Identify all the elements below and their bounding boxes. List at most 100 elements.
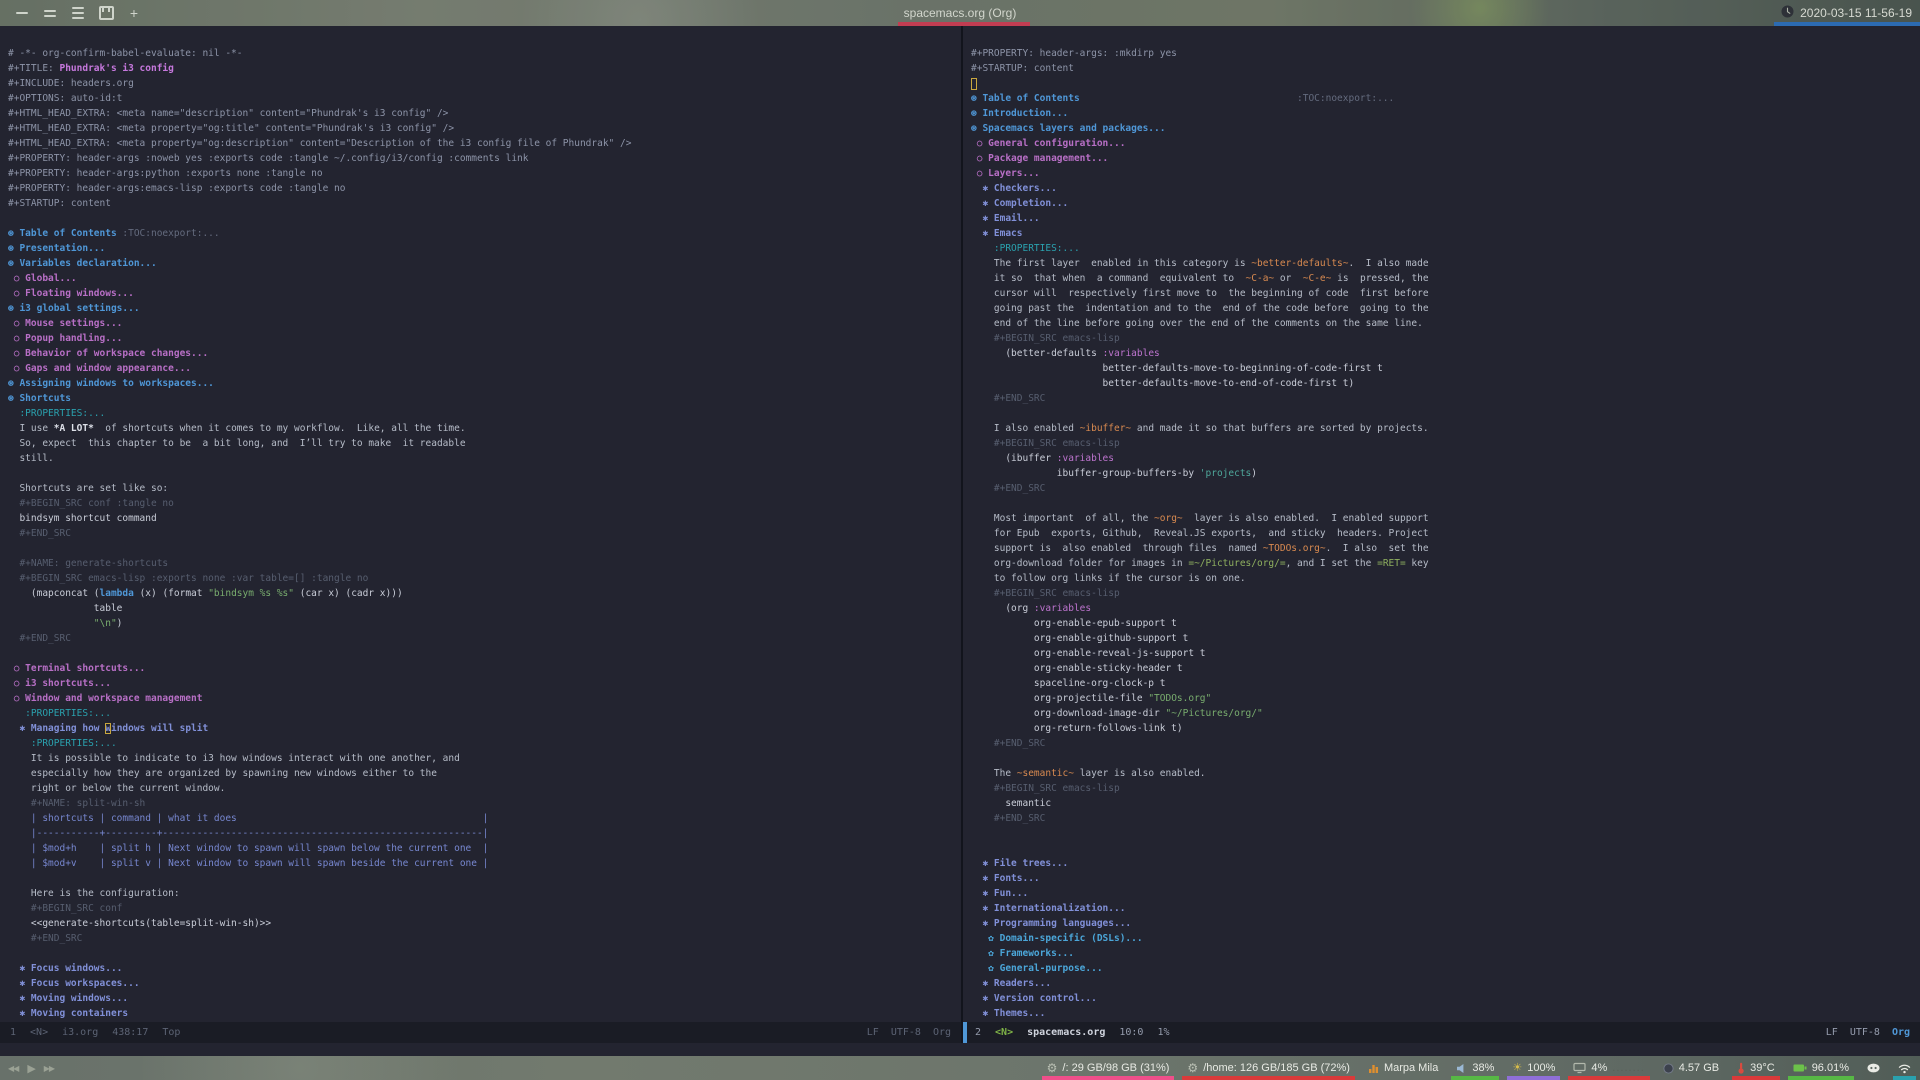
text-segment: It is possible to indicate to i3 how win… [8,753,460,764]
play-icon[interactable]: ▶ [27,1062,36,1075]
buffer-line: ✱ Themes... [971,1006,1920,1021]
tray-module-battery[interactable]: 96.01% [1784,1056,1858,1080]
buffer-line: #+PROPERTY: header-args :noweb yes :expo… [8,151,961,166]
buffer-line: (better-defaults :variables [971,346,1920,361]
buffer-line: spaceline-org-clock-p t [971,676,1920,691]
text-segment: ○ Terminal shortcuts... [8,663,146,674]
text-segment: :PROPERTIES:... [8,408,106,419]
buffer-line: ○ Mouse settings... [8,316,961,331]
tray-module-now-playing[interactable]: Marpa Mila [1359,1056,1447,1080]
workspace-add[interactable]: + [126,5,142,21]
next-track-icon[interactable]: ▶▶ [44,1064,55,1073]
tray-module-text: 39°C [1750,1062,1775,1074]
text-segment: #+NAME: split-win-sh [8,798,146,809]
text-segment: Phundrak's i3 config [59,63,174,74]
buffer-line: ✱ Focus workspaces... [8,976,961,991]
buffer-line: especially how they are organized by spa… [8,766,961,781]
tray-module-temperature[interactable]: 39°C [1728,1056,1784,1080]
buffer-line: end of the line before going over the en… [971,316,1920,331]
text-segment: org-enable-reveal-js-support t [971,648,1206,659]
text-segment: org-enable-github-support t [971,633,1189,644]
tray-module-discord[interactable] [1858,1056,1889,1080]
buffer-line: still. [8,451,961,466]
buffer-name: i3.org [62,1027,99,1038]
tray-module-volume[interactable]: 38% [1447,1056,1503,1080]
buffer-i3-org[interactable]: # -*- org-confirm-babel-evaluate: nil -*… [0,26,961,1022]
text-segment: #+HTML_HEAD_EXTRA: <meta name="descripti… [8,108,449,119]
tray-ramp-dots: ........ [1612,1062,1645,1074]
modeline-inactive[interactable]: 1 <N> i3.org 438:17 Top LF UTF-8 Org [0,1022,961,1043]
text-segment: ~C-a~ [1245,273,1275,284]
tray-module-text: /home: 126 GB/185 GB (72%) [1203,1062,1350,1074]
text-segment: indows will split [110,723,209,734]
buffer-line: #+HTML_HEAD_EXTRA: <meta property="og:de… [8,136,961,151]
buffer-line: :PROPERTIES:... [8,706,961,721]
buffer-spacemacs-org[interactable]: #+PROPERTY: header-args: :mkdirp yes #+ST… [963,26,1920,1022]
buffer-line: # -*- org-confirm-babel-evaluate: nil -*… [8,46,961,61]
buffer-line: So, expect this chapter to be a bit long… [8,436,961,451]
text-segment: ○ Gaps and window appearance... [8,363,192,374]
buffer-line: org-enable-github-support t [971,631,1920,646]
tray-module-disk-home[interactable]: ⚙ /home: 126 GB/185 GB (72%) [1178,1056,1359,1080]
modeline-active[interactable]: 2 <N> spacemacs.org 10:0 1% LF UTF-8 Org [963,1022,1920,1043]
echo-area[interactable] [0,1043,1920,1056]
buffer-line: (org :variables [971,601,1920,616]
buffer-line: ✱ Fun... [971,886,1920,901]
tray-module-wifi[interactable] [1889,1056,1920,1080]
buffer-line: #+END_SRC [971,391,1920,406]
text-segment: (car x) (cadr x))) [294,588,403,599]
text-segment: (org [971,603,1034,614]
text-segment: #+END_SRC [8,633,71,644]
buffer-line: It is possible to indicate to i3 how win… [8,751,961,766]
tray-modules: ⚙ /: 29 GB/98 GB (31%) ⚙ /home: 126 GB/185 … [1038,1056,1920,1080]
buffer-line: cursor will respectively first move to t… [971,286,1920,301]
workspace-three[interactable] [70,5,86,21]
text-segment: ✱ Moving containers [8,1008,129,1019]
tray-module-text: Marpa Mila [1383,1062,1439,1074]
buffer-line: it so that when a command equivalent to … [971,271,1920,286]
buffer-line: ✿ Frameworks... [971,946,1920,961]
buffer-line: Here is the configuration: [8,886,961,901]
workspace-four[interactable] [98,5,114,21]
text-segment: especially how they are organized by spa… [8,768,437,779]
text-segment: =~/Pictures/org/= [1188,558,1286,569]
buffer-line: ○ Behavior of workspace changes... [8,346,961,361]
text-segment: ○ i3 shortcuts... [8,678,111,689]
buffer-line: ○ General configuration... [971,136,1920,151]
text-segment: ⊛ Presentation... [8,243,106,254]
gear-icon: ⚙ [1187,1061,1199,1075]
tray-module-brightness[interactable]: ☀ 100% [1503,1056,1564,1080]
text-segment: ) [1251,468,1257,479]
buffer-line: better-defaults-move-to-beginning-of-cod… [971,361,1920,376]
text-segment: ✱ Fonts... [971,873,1040,884]
text-segment: still. [8,453,54,464]
tray-module-disk-root[interactable]: ⚙ /: 29 GB/98 GB (31%) [1038,1056,1179,1080]
text-segment: Here is the configuration: [8,888,180,899]
tray-module-text: 100% [1527,1062,1556,1074]
text-segment: ) [116,618,123,629]
text-segment: ~org~ [1154,513,1183,524]
tray-module-text: 96.01% [1811,1062,1849,1074]
eol-indicator: LF [866,1027,879,1038]
buffer-line: org-enable-reveal-js-support t [971,646,1920,661]
buffer-line: ✱ Emacs [971,226,1920,241]
buffer-line: ibuffer-group-buffers-by 'projects) [971,466,1920,481]
buffer-line [8,646,961,661]
buffer-line: ⊛ Variables declaration... [8,256,961,271]
buffer-line: (ibuffer :variables [971,451,1920,466]
workspace-switcher: + [14,0,142,26]
buffer-line: for Epub exports, Github, Reveal.JS expo… [971,526,1920,541]
previous-track-icon[interactable]: ◀◀ [8,1064,19,1073]
tray-module-cpu[interactable]: 4%........ [1564,1056,1653,1080]
buffer-line: #+BEGIN_SRC emacs-lisp :exports none :va… [8,571,961,586]
text-segment: #+END_SRC [8,933,83,944]
text-segment: |-----------+---------+-----------------… [8,828,489,839]
text-segment: # -*- org-confirm-babel-evaluate: nil -*… [8,48,243,59]
text-segment: I also enabled [971,423,1080,434]
tray-module-memory[interactable]: 4.57 GB [1654,1056,1728,1080]
workspace-one[interactable] [14,5,30,21]
buffer-line: ✱ Fonts... [971,871,1920,886]
buffer-line: org-enable-sticky-header t [971,661,1920,676]
buffer-line: #+BEGIN_SRC conf [8,901,961,916]
workspace-two[interactable] [42,5,58,21]
